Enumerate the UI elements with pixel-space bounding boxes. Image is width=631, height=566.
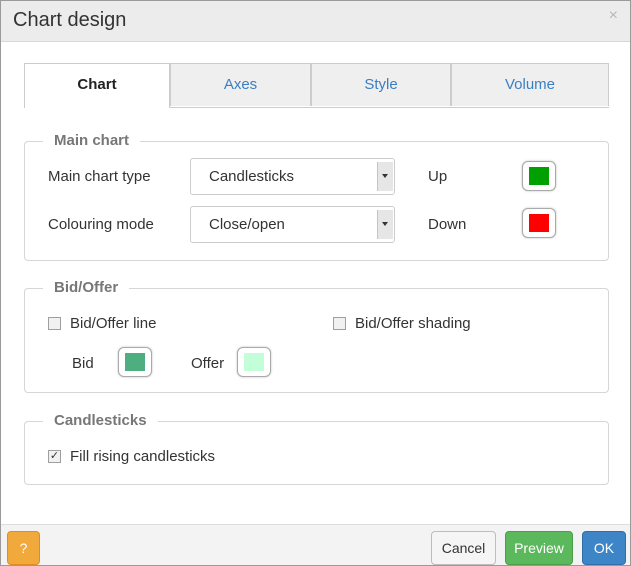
preview-button[interactable]: Preview <box>505 531 573 565</box>
bid-color-fill <box>125 353 145 371</box>
down-color-fill <box>529 214 549 232</box>
chevron-down-icon[interactable] <box>377 210 393 239</box>
main-chart-type-label: Main chart type <box>48 168 151 185</box>
colouring-mode-value: Close/open <box>209 216 285 233</box>
candlesticks-group: Candlesticks ✓ Fill rising candlesticks <box>24 412 609 485</box>
bid-offer-line-label: Bid/Offer line <box>70 315 157 332</box>
bid-offer-shading-checkbox[interactable] <box>333 317 346 330</box>
main-chart-type-select[interactable]: Candlesticks <box>190 158 395 195</box>
cancel-button[interactable]: Cancel <box>431 531 496 565</box>
tab-axes[interactable]: Axes <box>170 63 311 106</box>
main-chart-legend: Main chart <box>43 132 141 149</box>
up-color-fill <box>529 167 549 185</box>
tab-volume[interactable]: Volume <box>451 63 609 106</box>
tab-style[interactable]: Style <box>311 63 451 106</box>
fill-rising-checkbox[interactable]: ✓ <box>48 450 61 463</box>
tab-chart[interactable]: Chart <box>24 63 170 108</box>
offer-color-swatch[interactable] <box>237 347 271 377</box>
chart-design-dialog: Chart design × Chart Axes Style Volume M… <box>0 0 631 566</box>
tab-bar: Chart Axes Style Volume <box>24 63 609 108</box>
ok-button[interactable]: OK <box>582 531 626 565</box>
dialog-footer: ? Cancel Preview OK <box>1 524 630 565</box>
fill-rising-label: Fill rising candlesticks <box>70 448 216 465</box>
up-color-swatch[interactable] <box>522 161 556 191</box>
bid-color-label: Bid <box>72 355 94 372</box>
help-button[interactable]: ? <box>7 531 40 565</box>
bid-offer-line-checkbox[interactable] <box>48 317 61 330</box>
main-chart-group: Main chart Main chart type Candlesticks … <box>24 132 609 261</box>
bid-color-swatch[interactable] <box>118 347 152 377</box>
bid-offer-shading-label: Bid/Offer shading <box>355 315 471 332</box>
bid-offer-group: Bid/Offer Bid/Offer line Bid/Offer shadi… <box>24 279 609 393</box>
dialog-title: Chart design <box>13 9 127 31</box>
up-color-label: Up <box>428 168 448 185</box>
offer-color-fill <box>244 353 264 371</box>
colouring-mode-label: Colouring mode <box>48 216 154 233</box>
candlesticks-legend: Candlesticks <box>43 412 158 429</box>
chevron-down-icon[interactable] <box>377 162 393 191</box>
down-color-label: Down <box>428 216 467 233</box>
colouring-mode-select[interactable]: Close/open <box>190 206 395 243</box>
down-color-swatch[interactable] <box>522 208 556 238</box>
bid-offer-legend: Bid/Offer <box>43 279 130 296</box>
main-chart-type-value: Candlesticks <box>209 168 295 185</box>
close-icon[interactable]: × <box>609 7 618 25</box>
offer-color-label: Offer <box>191 355 225 372</box>
dialog-titlebar: Chart design × <box>1 1 630 42</box>
